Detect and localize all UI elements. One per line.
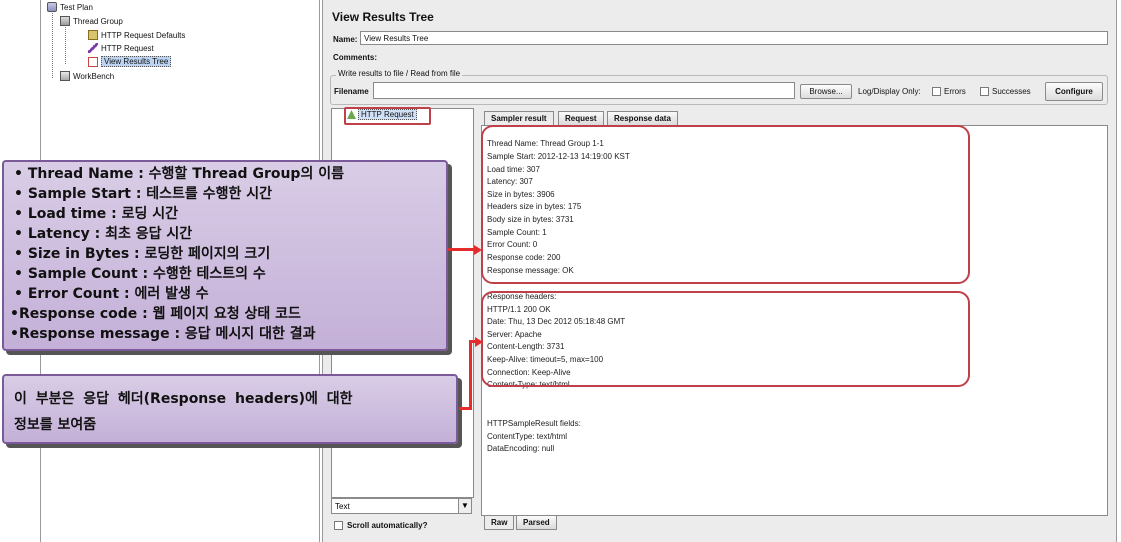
configure-button[interactable]: Configure (1045, 82, 1103, 101)
tree-node-view-results-tree[interactable]: View Results Tree (88, 56, 172, 67)
arrow-head-icon (474, 245, 482, 255)
callout-line: • Error Count : 에러 발생 수 (14, 286, 209, 302)
callout-line: • Size in Bytes : 로딩한 페이지의 크기 (14, 246, 271, 262)
detail-data-encoding: DataEncoding: null (487, 444, 555, 453)
config-element-icon (88, 30, 98, 40)
panel-title: View Results Tree (332, 10, 434, 24)
scroll-automatically-checkbox[interactable] (334, 521, 343, 530)
callout-line: •Response code : 웹 페이지 요청 상태 코드 (10, 306, 301, 322)
filename-input[interactable] (373, 82, 795, 99)
tree-node-test-plan[interactable]: Test Plan (47, 2, 93, 12)
comments-label: Comments: (333, 53, 378, 62)
filename-label: Filename (334, 87, 369, 96)
callout-field-descriptions: • Thread Name : 수행할 Thread Group의 이름 • S… (2, 160, 448, 351)
tree-node-http-request-defaults[interactable]: HTTP Request Defaults (88, 30, 185, 40)
errors-label: Errors (944, 87, 966, 96)
callout-line: • Load time : 로딩 시간 (14, 206, 179, 222)
successes-checkbox[interactable] (980, 87, 989, 96)
arrow-to-sampler-fields (448, 248, 476, 251)
callout-line: 이 부분은 응답 헤더(Response headers)에 대한 (14, 391, 353, 407)
tree-connector (52, 10, 53, 78)
log-display-label: Log/Display Only: (858, 87, 921, 96)
listener-icon (88, 56, 98, 67)
name-label: Name: (333, 35, 358, 44)
renderer-select[interactable]: Text ▼ (331, 498, 472, 514)
highlight-result-item (344, 107, 431, 125)
tab-response-data[interactable]: Response data (607, 111, 678, 125)
tab-parsed[interactable]: Parsed (516, 516, 557, 530)
thread-group-icon (60, 16, 70, 26)
callout-line: • Latency : 최초 응답 시간 (14, 226, 193, 242)
tree-node-thread-group[interactable]: Thread Group (60, 16, 123, 26)
arrow-to-response-headers (469, 341, 472, 410)
chevron-down-icon[interactable]: ▼ (458, 499, 471, 513)
callout-line: • Sample Count : 수행한 테스트의 수 (14, 266, 266, 282)
callout-line: • Thread Name : 수행할 Thread Group의 이름 (14, 166, 344, 182)
tree-connector (65, 24, 66, 64)
highlight-sampler-fields (481, 125, 970, 284)
tab-request[interactable]: Request (558, 111, 604, 125)
highlight-response-headers (481, 291, 970, 387)
detail-result-fields-title: HTTPSampleResult fields: (487, 419, 581, 428)
tab-raw[interactable]: Raw (484, 516, 515, 530)
successes-label: Successes (992, 87, 1031, 96)
callout-line: • Sample Start : 테스트를 수행한 시간 (14, 186, 272, 202)
tree-node-workbench[interactable]: WorkBench (60, 71, 114, 81)
arrow-head-icon (475, 337, 483, 347)
tree-node-http-request[interactable]: HTTP Request (88, 43, 154, 53)
callout-line: •Response message : 응답 메시지 대한 결과 (10, 326, 316, 342)
errors-checkbox[interactable] (932, 87, 941, 96)
sampler-icon (88, 43, 98, 53)
name-field[interactable]: View Results Tree (360, 31, 1108, 45)
test-plan-icon (47, 2, 57, 12)
browse-button[interactable]: Browse... (800, 84, 852, 99)
workbench-icon (60, 71, 70, 81)
callout-response-headers-note: 이 부분은 응답 헤더(Response headers)에 대한 정보를 보여… (2, 374, 458, 444)
scroll-automatically-label: Scroll automatically? (347, 521, 428, 530)
file-group-title: Write results to file / Read from file (336, 69, 463, 78)
callout-line: 정보를 보여줌 (14, 417, 97, 433)
detail-content-type-field: ContentType: text/html (487, 432, 568, 441)
tab-sampler-result[interactable]: Sampler result (484, 111, 554, 125)
